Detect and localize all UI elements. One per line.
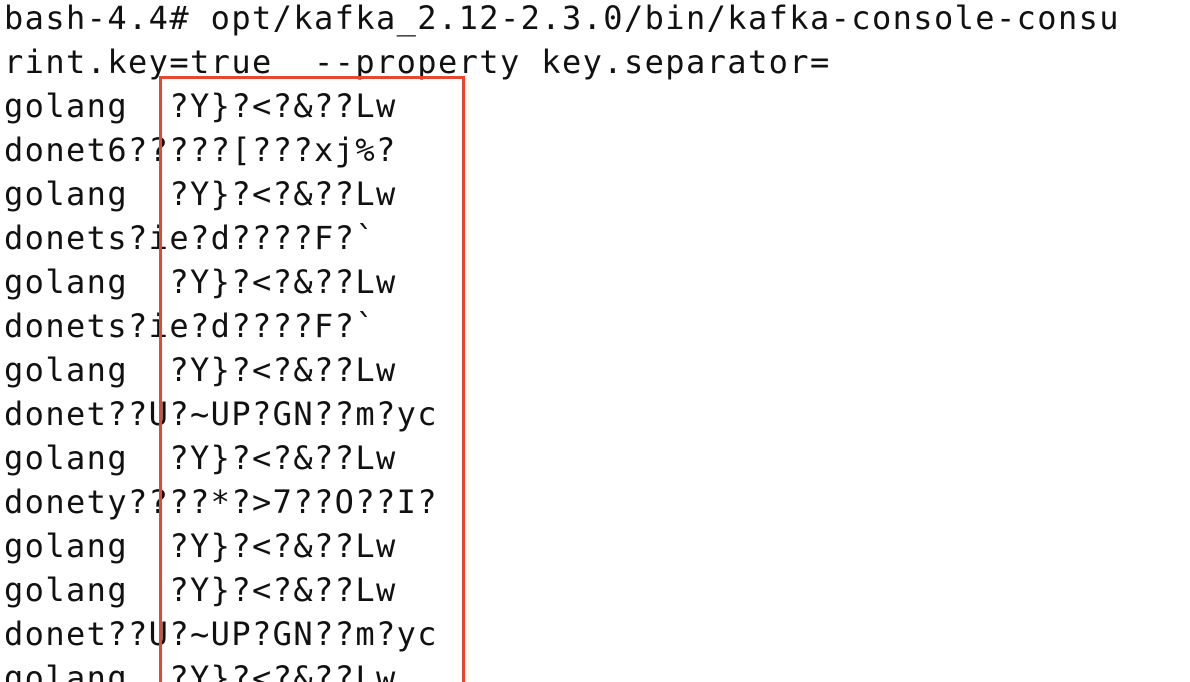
output-line: golang ?Y}?<?&??Lw bbox=[4, 351, 397, 389]
output-line: donets?ie?d????F?` bbox=[4, 307, 376, 345]
output-line: golang ?Y}?<?&??Lw bbox=[4, 87, 397, 125]
output-line: donet??U?~UP?GN??m?yc bbox=[4, 395, 438, 433]
output-line: golang ?Y}?<?&??Lw bbox=[4, 527, 397, 565]
command-line: bash-4.4# opt/kafka_2.12-2.3.0/bin/kafka… bbox=[4, 0, 1120, 37]
output-line: donet??U?~UP?GN??m?yc bbox=[4, 615, 438, 653]
output-line: golang ?Y}?<?&??Lw bbox=[4, 439, 397, 477]
terminal-output: bash-4.4# opt/kafka_2.12-2.3.0/bin/kafka… bbox=[0, 0, 1190, 682]
output-line: donets?ie?d????F?` bbox=[4, 219, 376, 257]
output-line: golang ?Y}?<?&??Lw bbox=[4, 571, 397, 609]
output-line: golang ?Y}?<?&??Lw bbox=[4, 263, 397, 301]
output-line: golang ?Y}?<?&??Lw bbox=[4, 175, 397, 213]
output-line: donety????*?>7??O??I? bbox=[4, 483, 438, 521]
command-line-continued: rint.key=true --property key.separator= bbox=[4, 43, 831, 81]
output-line: donet6?????[???xj%? bbox=[4, 131, 397, 169]
output-line: golang ?Y}?<?&??Lw bbox=[4, 659, 397, 682]
